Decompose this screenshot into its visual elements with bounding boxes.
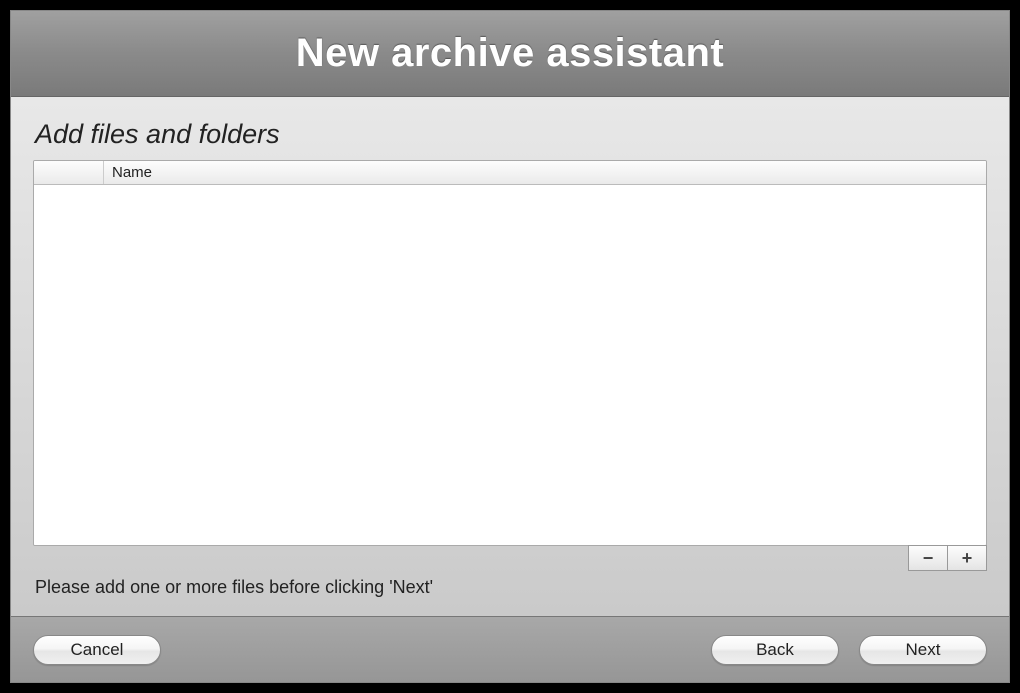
archive-assistant-window: New archive assistant Add files and fold… (10, 10, 1010, 683)
title-bar: New archive assistant (11, 11, 1009, 97)
column-name-header[interactable]: Name (104, 161, 986, 184)
next-button[interactable]: Next (859, 635, 987, 665)
plus-icon: + (962, 548, 973, 569)
add-remove-toolbar: − + (33, 545, 987, 571)
table-header: Name (34, 161, 986, 185)
back-button[interactable]: Back (711, 635, 839, 665)
file-list-table: Name (33, 160, 987, 546)
cancel-button[interactable]: Cancel (33, 635, 161, 665)
remove-button[interactable]: − (908, 545, 948, 571)
footer-left: Cancel (33, 635, 711, 665)
column-indicator[interactable] (34, 161, 104, 184)
hint-text: Please add one or more files before clic… (33, 571, 987, 616)
section-subtitle: Add files and folders (33, 119, 987, 150)
footer-bar: Cancel Back Next (11, 616, 1009, 682)
window-title: New archive assistant (296, 31, 725, 76)
footer-right: Back Next (711, 635, 987, 665)
content-area: Add files and folders Name − + Please ad… (11, 97, 1009, 616)
table-body[interactable] (34, 185, 986, 545)
minus-icon: − (923, 548, 934, 569)
add-button[interactable]: + (947, 545, 987, 571)
